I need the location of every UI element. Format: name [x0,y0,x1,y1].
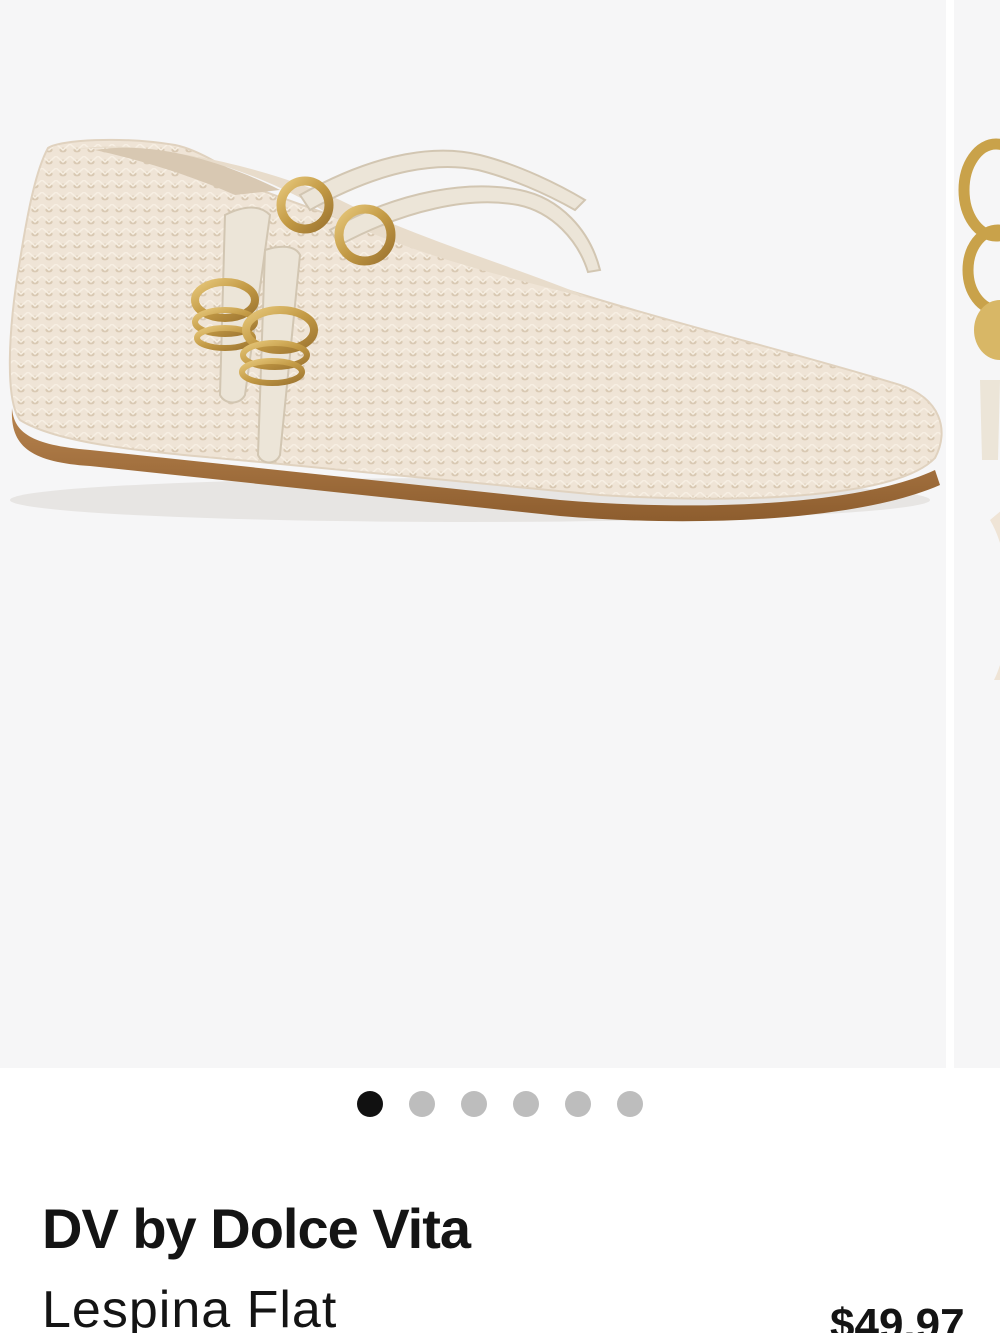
product-image-main[interactable] [0,0,946,1068]
product-title: Lespina Flat [42,1281,338,1333]
shoe-photo [8,138,943,522]
product-image-carousel[interactable] [0,0,1000,1068]
carousel-dot-5[interactable] [565,1091,591,1117]
carousel-dot-6[interactable] [617,1091,643,1117]
product-brand[interactable]: DV by Dolce Vita [42,1196,471,1261]
carousel-pagination [0,1091,1000,1117]
product-price: $49.97 [830,1300,965,1333]
carousel-dot-2[interactable] [409,1091,435,1117]
carousel-dot-4[interactable] [513,1091,539,1117]
product-page: DV by Dolce Vita Lespina Flat $49.97 [0,0,1000,1333]
carousel-dot-1[interactable] [357,1091,383,1117]
product-image-next-peek[interactable] [954,0,1000,1068]
hardware-closeup-photo [958,138,1000,680]
carousel-dot-3[interactable] [461,1091,487,1117]
